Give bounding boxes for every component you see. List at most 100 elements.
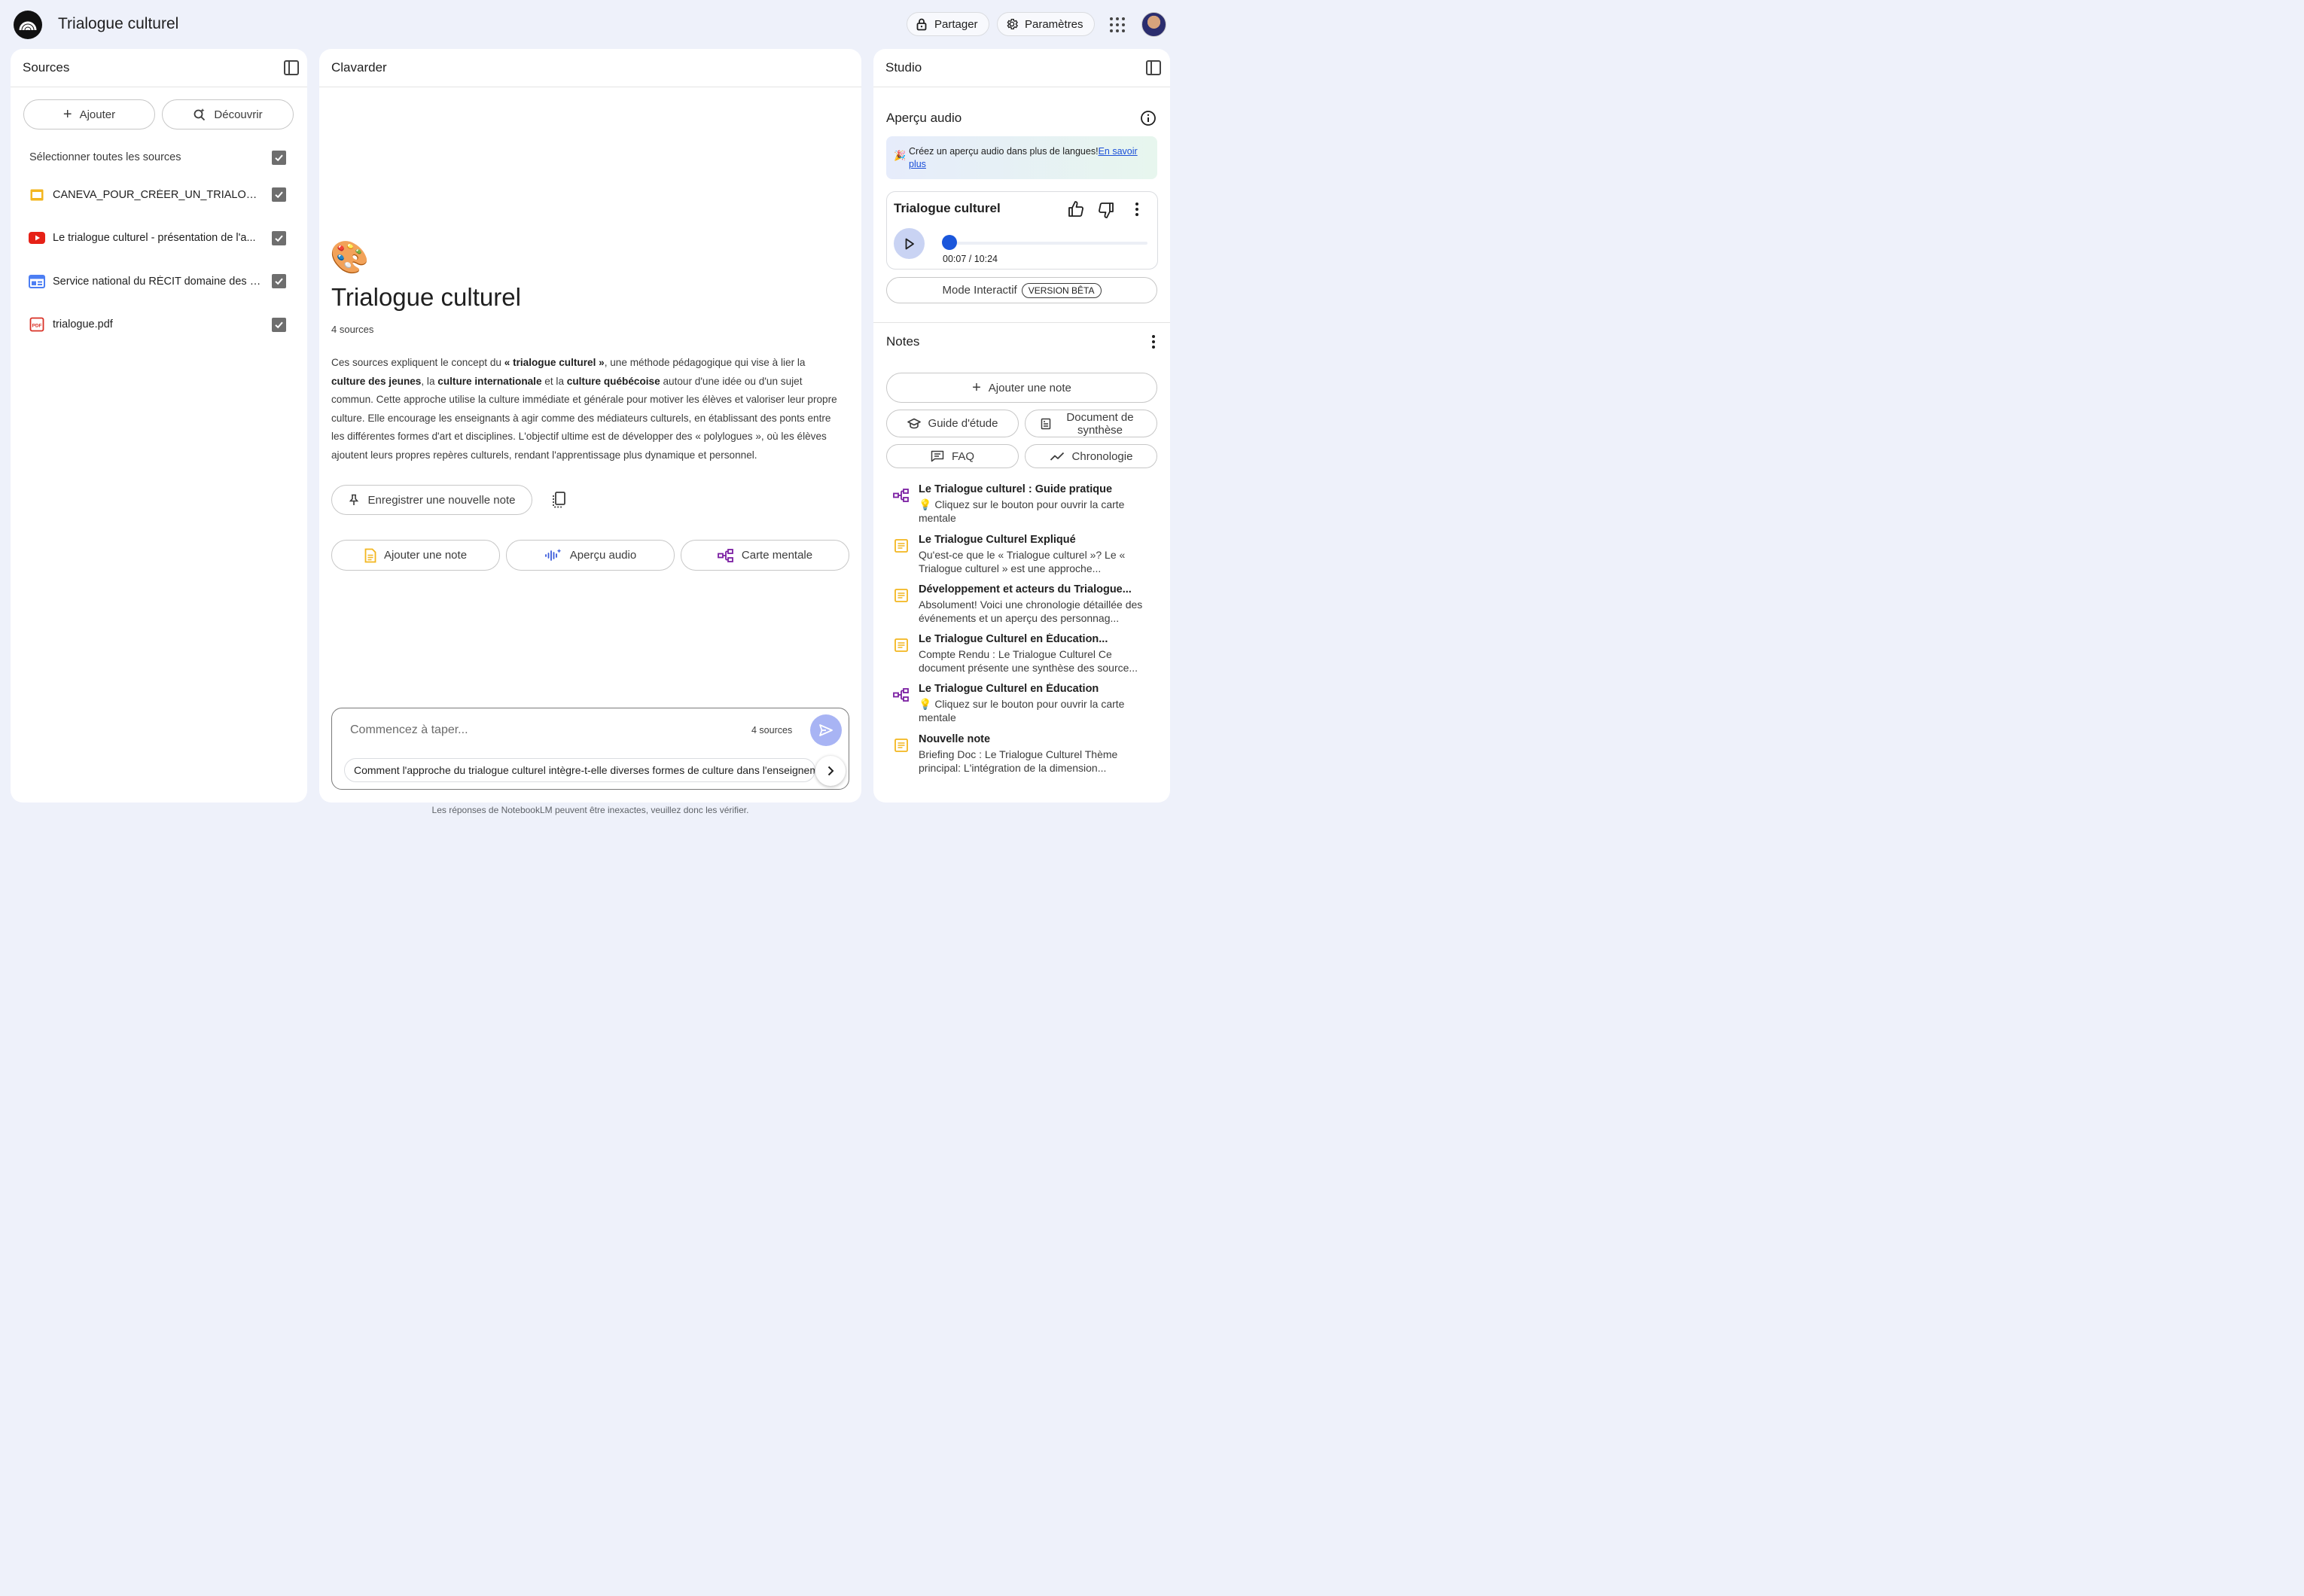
- send-button[interactable]: [810, 714, 842, 746]
- avatar[interactable]: [1141, 12, 1166, 37]
- source-label: Le trialogue culturel - présentation de …: [53, 232, 256, 244]
- summary-bold: « trialogue culturel »: [504, 357, 605, 368]
- summary-bold: culture québécoise: [566, 375, 660, 387]
- add-note-action-button[interactable]: Ajouter une note: [331, 540, 500, 571]
- thumbs-up-icon[interactable]: [1067, 200, 1085, 218]
- note-item[interactable]: Nouvelle note Briefing Doc : Le Trialogu…: [886, 733, 1157, 775]
- notes-more-vert-icon[interactable]: [1149, 334, 1158, 349]
- save-note-label: Enregistrer une nouvelle note: [367, 493, 516, 507]
- notebook-title[interactable]: Trialogue culturel: [58, 15, 178, 33]
- summary-bold: culture internationale: [437, 375, 542, 387]
- source-checkbox[interactable]: [272, 274, 286, 288]
- source-item[interactable]: CANEVA_POUR_CRÉER_UN_TRIALOGUE: [29, 184, 289, 206]
- notes-section-title: Notes: [886, 334, 920, 349]
- select-all-checkbox[interactable]: [272, 151, 286, 165]
- source-count: 4 sources: [331, 324, 374, 335]
- mind-map-icon: [892, 686, 910, 704]
- interactive-mode-button[interactable]: Mode Interactif VERSION BÊTA: [886, 277, 1157, 303]
- note-preview: 💡 Cliquez sur le bouton pour ouvrir la c…: [919, 498, 1125, 524]
- add-note-button[interactable]: + Ajouter une note: [886, 373, 1157, 403]
- briefing-doc-label: Document de synthèse: [1066, 410, 1134, 437]
- share-button[interactable]: Partager: [907, 12, 989, 36]
- note-title: Le Trialogue Culturel en Éducation: [919, 683, 1099, 695]
- summary-bold: culture des jeunes: [331, 375, 422, 387]
- summary-text: , une méthode pédagogique qui vise à lie…: [604, 357, 806, 368]
- summary-text: , la: [421, 375, 438, 387]
- source-item[interactable]: Le trialogue culturel - présentation de …: [29, 227, 289, 248]
- notebook-summary: Ces sources expliquent le concept du « t…: [331, 354, 840, 465]
- note-icon: [892, 586, 910, 605]
- more-vert-icon[interactable]: [1132, 202, 1141, 217]
- copy-icon[interactable]: [551, 491, 568, 509]
- briefing-doc-button[interactable]: Document de synthèse: [1025, 410, 1157, 437]
- chevron-right-icon: [827, 766, 834, 776]
- mind-map-button[interactable]: Carte mentale: [681, 540, 849, 571]
- source-label: CANEVA_POUR_CRÉER_UN_TRIALOGUE: [53, 189, 262, 201]
- audio-progress-thumb[interactable]: [941, 235, 957, 250]
- svg-text:PDF: PDF: [32, 324, 42, 329]
- select-all-label: Sélectionner toutes les sources: [29, 151, 181, 163]
- studio-panel-title: Studio: [885, 60, 922, 75]
- note-icon: [892, 636, 910, 654]
- timeline-button[interactable]: Chronologie: [1025, 444, 1157, 468]
- add-source-button[interactable]: + Ajouter: [23, 99, 155, 129]
- lock-icon: [916, 18, 927, 31]
- thumbs-down-icon[interactable]: [1097, 201, 1115, 219]
- note-preview: Compte Rendu : Le Trialogue Culturel Ce …: [919, 648, 1138, 674]
- study-guide-button[interactable]: Guide d'étude: [886, 410, 1019, 437]
- study-guide-label: Guide d'étude: [928, 417, 998, 430]
- audio-time: 00:07 / 10:24: [943, 254, 998, 264]
- source-checkbox[interactable]: [272, 318, 286, 332]
- collapse-panel-icon[interactable]: [1146, 60, 1161, 75]
- collapse-panel-icon[interactable]: [284, 60, 299, 75]
- add-source-label: Ajouter: [79, 108, 116, 121]
- source-checkbox[interactable]: [272, 231, 286, 245]
- plus-icon: +: [62, 106, 72, 123]
- note-item[interactable]: Le Trialogue culturel : Guide pratique 💡…: [886, 483, 1157, 525]
- plus-icon: +: [972, 379, 981, 396]
- faq-label: FAQ: [951, 449, 974, 463]
- settings-button[interactable]: Paramètres: [997, 12, 1095, 36]
- note-icon: [892, 736, 910, 754]
- note-title: Nouvelle note: [919, 733, 991, 745]
- chat-input-field[interactable]: Commencez à taper...: [350, 723, 468, 737]
- discover-sources-button[interactable]: Découvrir: [162, 99, 294, 129]
- source-checkbox[interactable]: [272, 187, 286, 202]
- timeline-label: Chronologie: [1071, 449, 1133, 463]
- search-sparkle-icon: [194, 108, 206, 121]
- note-preview: 💡 Cliquez sur le bouton pour ouvrir la c…: [919, 698, 1125, 723]
- faq-button[interactable]: FAQ: [886, 444, 1019, 468]
- note-preview: Absolument! Voici une chronologie détail…: [919, 598, 1143, 624]
- note-item[interactable]: Le Trialogue Culturel en Éducation... Co…: [886, 633, 1157, 675]
- play-icon: [905, 238, 914, 249]
- party-icon: 🎉: [894, 150, 907, 161]
- info-icon[interactable]: [1140, 110, 1157, 126]
- mind-map-icon: [892, 486, 910, 504]
- note-icon: [364, 548, 376, 562]
- share-label: Partager: [934, 17, 978, 31]
- source-item[interactable]: PDF trialogue.pdf: [29, 314, 289, 335]
- suggested-question[interactable]: Comment l'approche du trialogue culturel…: [344, 758, 815, 782]
- notebooklm-logo-icon[interactable]: [14, 11, 42, 39]
- apps-grid-icon[interactable]: [1110, 17, 1125, 32]
- audio-progress-track[interactable]: [947, 242, 1147, 245]
- input-source-count: 4 sources: [751, 725, 793, 736]
- note-item[interactable]: Le Trialogue Culturel Expliqué Qu'est-ce…: [886, 534, 1157, 576]
- play-button[interactable]: [894, 228, 925, 259]
- audio-section-title: Aperçu audio: [886, 111, 962, 125]
- note-title: Développement et acteurs du Trialogue...: [919, 583, 1132, 595]
- source-item[interactable]: Service national du RÉCIT domaine des a.…: [29, 271, 289, 292]
- audio-overview-card: Trialogue culturel 00:07 / 10:24: [886, 191, 1158, 270]
- note-preview: Qu'est-ce que le « Trialogue culturel »?…: [919, 549, 1126, 574]
- save-note-button[interactable]: Enregistrer une nouvelle note: [331, 485, 532, 515]
- note-item[interactable]: Développement et acteurs du Trialogue...…: [886, 583, 1157, 626]
- note-item[interactable]: Le Trialogue Culturel en Éducation 💡 Cli…: [886, 683, 1157, 725]
- note-title: Le Trialogue Culturel en Éducation...: [919, 633, 1108, 645]
- chat-panel: Clavarder 🎨 Trialogue culturel 4 sources…: [319, 49, 861, 803]
- audio-overview-button[interactable]: Aperçu audio: [506, 540, 675, 571]
- next-suggestion-button[interactable]: [815, 756, 846, 786]
- disclaimer-footer: Les réponses de NotebookLM peuvent être …: [431, 805, 749, 815]
- gear-icon: [1007, 18, 1019, 30]
- beta-badge: VERSION BÊTA: [1021, 282, 1102, 298]
- discover-label: Découvrir: [214, 108, 263, 121]
